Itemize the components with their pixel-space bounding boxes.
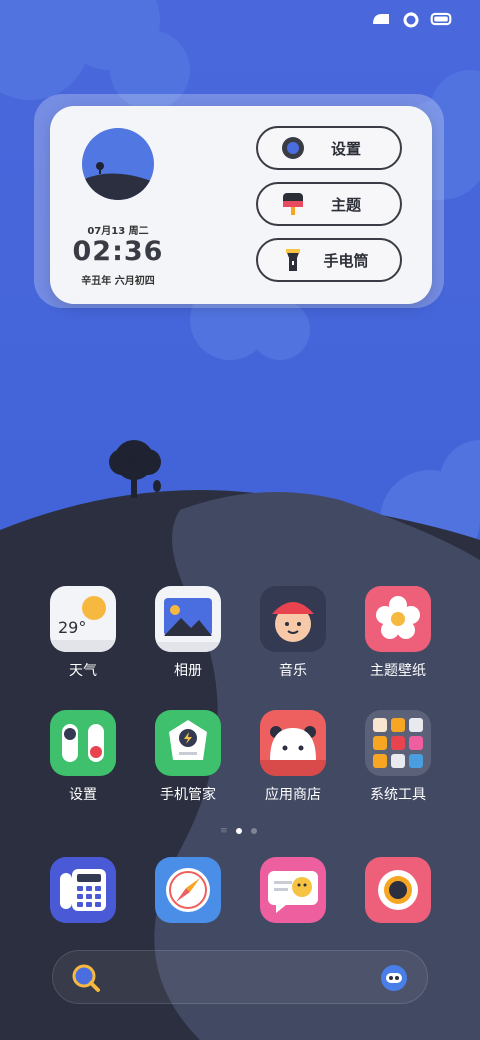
battery-icon (430, 12, 452, 26)
refresh-icon (403, 12, 419, 28)
app-label: 应用商店 (265, 787, 321, 803)
paintbrush-icon (283, 193, 303, 215)
app-label: 天气 (69, 663, 97, 679)
moon-hill-illustration (82, 128, 154, 200)
widget-date: 07月13 周二 (87, 226, 149, 237)
app-label: 音乐 (279, 663, 307, 679)
weather-icon: 29° (50, 586, 116, 652)
app-label: 相册 (174, 663, 202, 679)
weather-temp: 29° (58, 618, 87, 637)
flashlight-icon (286, 249, 300, 271)
menu-icon: ≡ (220, 826, 228, 836)
page-dot (251, 828, 257, 834)
app-theme-wallpaper[interactable]: 主题壁纸 (353, 586, 443, 680)
theme-shortcut-label: 主题 (330, 195, 361, 214)
settings-shortcut-label: 设置 (330, 139, 361, 158)
network-icon (373, 14, 389, 24)
dock-camera[interactable] (353, 857, 443, 923)
app-phone-manager[interactable]: 手机管家 (143, 710, 233, 804)
widget-time: 02:36 (72, 236, 164, 267)
message-icon (260, 857, 326, 923)
app-label: 设置 (69, 787, 97, 803)
assistant-icon[interactable] (379, 963, 409, 993)
app-gallery[interactable]: 相册 (143, 586, 233, 680)
app-store[interactable]: 应用商店 (248, 710, 338, 804)
flashlight-shortcut-button[interactable]: 手电筒 (256, 238, 402, 282)
dock-phone[interactable] (38, 857, 128, 923)
gear-icon (282, 137, 304, 159)
theme-shortcut-button[interactable]: 主题 (256, 182, 402, 226)
flower-icon (365, 586, 431, 652)
camera-icon (365, 857, 431, 923)
app-label: 系统工具 (370, 787, 426, 803)
app-weather[interactable]: 29° 天气 (38, 586, 128, 680)
shield-bolt-icon (155, 710, 221, 776)
app-music[interactable]: 音乐 (248, 586, 338, 680)
compass-icon (155, 857, 221, 923)
page-indicator[interactable]: ≡ (220, 826, 257, 836)
app-label: 手机管家 (160, 787, 216, 803)
dock-messages[interactable] (248, 857, 338, 923)
app-system-tools-folder[interactable]: 系统工具 (353, 710, 443, 804)
dock-browser[interactable] (143, 857, 233, 923)
search-bar[interactable] (52, 950, 428, 1004)
toggle-icon (50, 710, 116, 776)
flashlight-shortcut-label: 手电筒 (323, 251, 369, 270)
search-icon (72, 964, 100, 992)
clock-widget[interactable]: 07月13 周二 02:36 辛丑年 六月初四 设置 主题 手电筒 (50, 106, 432, 304)
page-dot-active (236, 828, 242, 834)
folder-icon (365, 710, 431, 776)
settings-shortcut-button[interactable]: 设置 (256, 126, 402, 170)
app-label: 主题壁纸 (370, 663, 426, 679)
widget-lunar-date: 辛丑年 六月初四 (81, 276, 155, 287)
panda-icon (260, 710, 326, 776)
phone-icon (50, 857, 116, 923)
music-icon (260, 586, 326, 652)
app-settings[interactable]: 设置 (38, 710, 128, 804)
status-bar (370, 10, 452, 28)
gallery-icon (155, 586, 221, 652)
